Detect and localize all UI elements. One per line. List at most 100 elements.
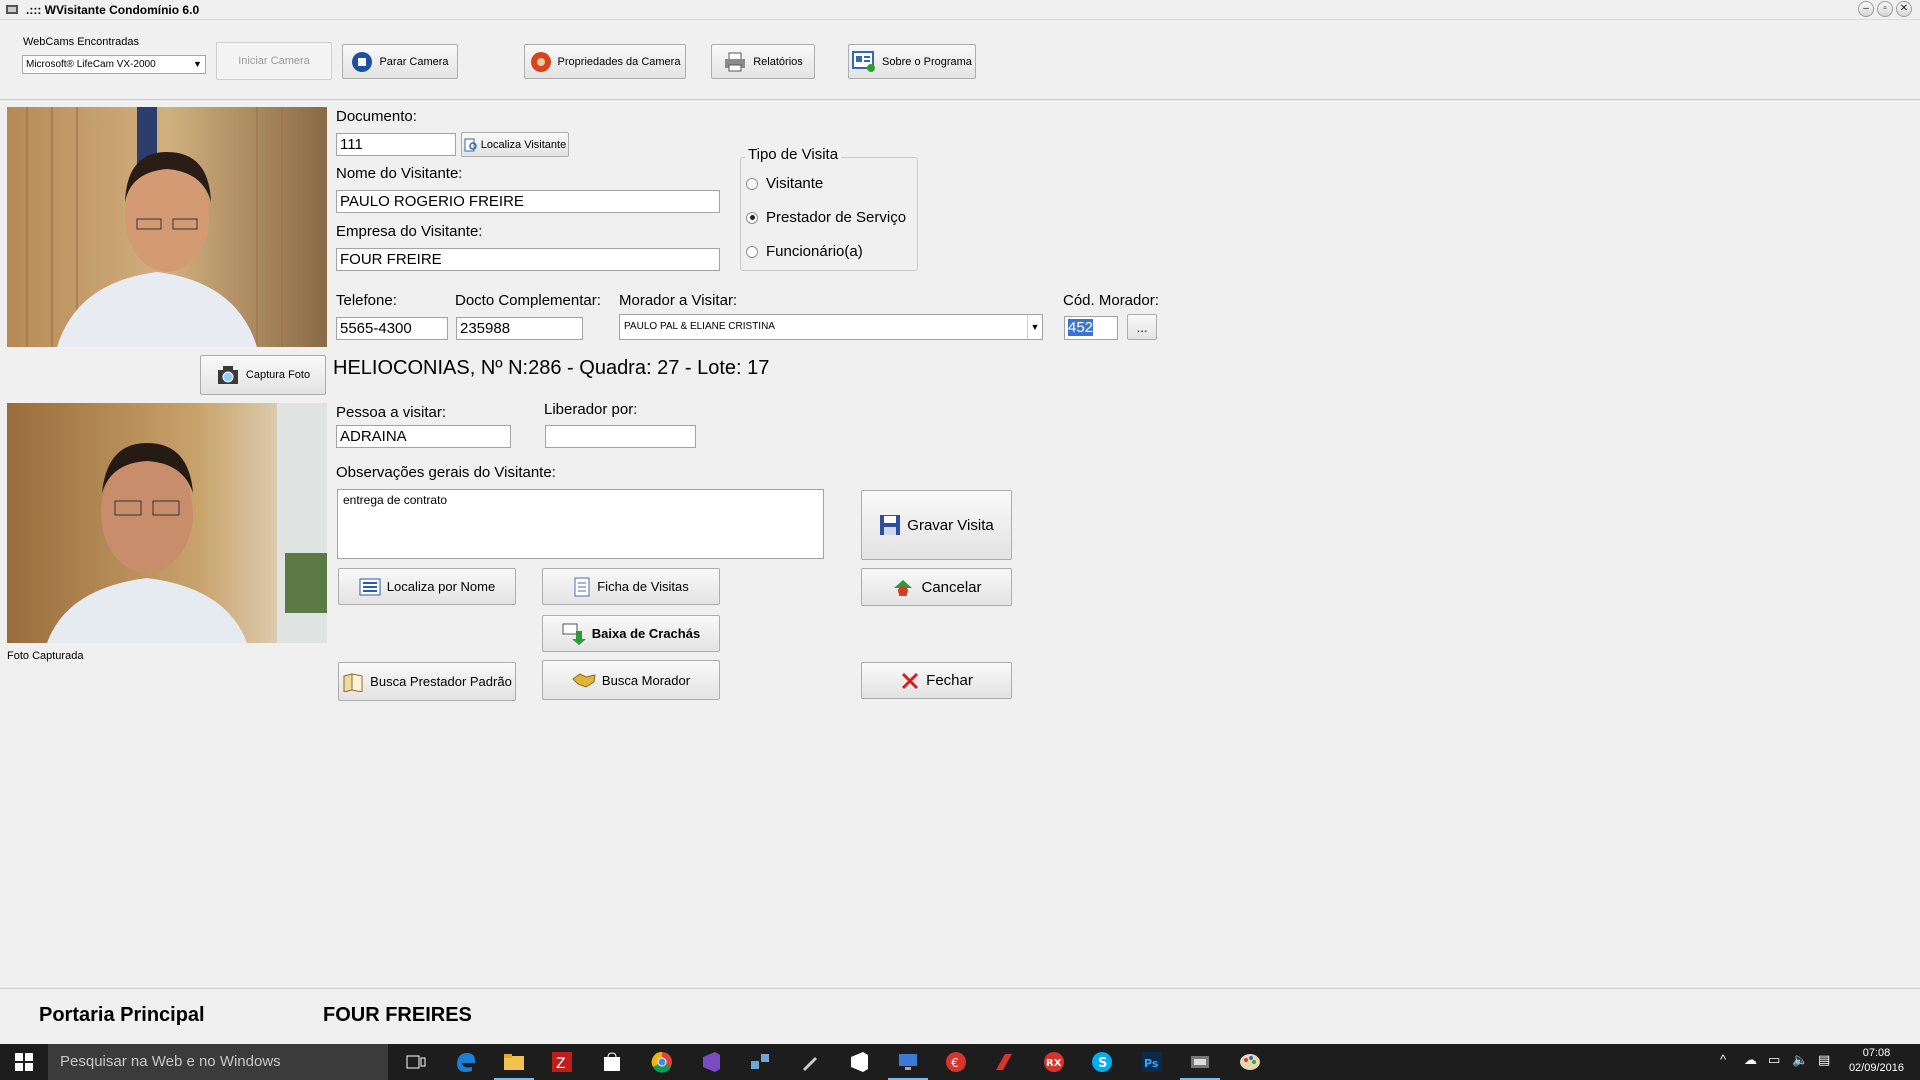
network-tool-icon[interactable] (746, 1048, 774, 1076)
ficha-visitas-button[interactable]: Ficha de Visitas (542, 568, 720, 605)
baixa-crachas-button[interactable]: Baixa de Crachás (542, 615, 720, 652)
start-camera-button[interactable]: Iniciar Camera (216, 42, 332, 80)
pen-tool-icon[interactable] (796, 1048, 824, 1076)
printer-icon (723, 52, 747, 72)
busca-prestador-button[interactable]: Busca Prestador Padrão (338, 662, 516, 701)
store-icon[interactable] (598, 1048, 626, 1076)
fechar-button[interactable]: Fechar (861, 662, 1012, 699)
morador-select[interactable]: PAULO PAL & ELIANE CRISTINA ▼ (619, 314, 1043, 340)
edge-icon[interactable] (452, 1048, 480, 1076)
captured-photo (7, 403, 327, 643)
morador-lookup-button[interactable]: ... (1127, 314, 1157, 340)
localiza-nome-button[interactable]: Localiza por Nome (338, 568, 516, 605)
radio-prestador[interactable]: Prestador de Serviço (746, 209, 906, 226)
documento-input[interactable]: 111 (336, 133, 456, 156)
properties-icon (530, 51, 552, 73)
radio-prestador-label: Prestador de Serviço (766, 209, 907, 226)
chevron-up-icon[interactable]: ^ (1720, 1052, 1726, 1067)
book-icon (342, 672, 364, 692)
volume-icon[interactable]: 🔈 (1792, 1052, 1808, 1068)
chevron-down-icon: ▼ (193, 59, 202, 69)
telefone-input[interactable]: 5565-4300 (336, 317, 448, 340)
clock-date: 02/09/2016 (1848, 1062, 1904, 1074)
liberado-input[interactable] (545, 425, 696, 448)
radio-funcionario[interactable]: Funcionário(a) (746, 243, 863, 260)
cancelar-button[interactable]: Cancelar (861, 568, 1012, 606)
app-red-icon[interactable]: € (942, 1048, 970, 1076)
telefone-label: Telefone: (336, 292, 397, 309)
radio-visitante[interactable]: Visitante (746, 175, 823, 192)
cod-morador-input[interactable]: 452 (1064, 316, 1118, 340)
empresa-input[interactable]: FOUR FREIRE (336, 248, 720, 271)
window-title: .::: WVisitante Condomínio 6.0 (26, 3, 200, 17)
gravar-visita-button[interactable]: Gravar Visita (861, 490, 1012, 560)
reports-button[interactable]: Relatórios (711, 44, 815, 79)
filezilla-icon[interactable]: Z (548, 1048, 576, 1076)
app-red-2-icon[interactable] (990, 1048, 1018, 1076)
close-icon[interactable]: ✕ (1896, 1, 1912, 17)
clock-time: 07:08 (1862, 1047, 1891, 1059)
badge-down-icon (562, 623, 586, 645)
title-bar: .::: WVisitante Condomínio 6.0 – ▫ ✕ (0, 0, 1920, 20)
radio-dot-selected (746, 211, 758, 224)
stop-camera-label: Parar Camera (379, 55, 449, 68)
taskbar-search[interactable]: Pesquisar na Web e no Windows (48, 1044, 388, 1080)
rx-icon[interactable]: RX (1040, 1048, 1068, 1076)
nome-value: PAULO ROGERIO FREIRE (340, 193, 524, 210)
wvisitante-icon[interactable] (1180, 1048, 1220, 1080)
address-text: HELIOCONIAS, Nº N:286 - Quadra: 27 - Lot… (333, 357, 770, 379)
portaria-status: Portaria Principal (39, 1004, 205, 1026)
paint-icon[interactable] (1236, 1048, 1264, 1076)
docto-input[interactable]: 235988 (456, 317, 583, 340)
observacoes-label: Observações gerais do Visitante: (336, 464, 556, 481)
minimize-icon[interactable]: – (1858, 1, 1874, 17)
webcams-label: WebCams Encontradas (23, 36, 139, 48)
camera-properties-button[interactable]: Propriedades da Camera (524, 44, 686, 79)
cod-morador-label: Cód. Morador: (1063, 292, 1159, 309)
notifications-icon[interactable]: ▤ (1818, 1052, 1830, 1068)
file-explorer-icon[interactable] (494, 1048, 534, 1080)
network-icon[interactable]: ▭ (1768, 1052, 1780, 1068)
capture-photo-button[interactable]: Captura Foto (200, 355, 326, 395)
skype-icon[interactable]: S (1088, 1048, 1116, 1076)
documento-value: 111 (340, 136, 363, 153)
observacoes-textarea[interactable]: entrega de contrato (337, 489, 824, 559)
localiza-visitante-button[interactable]: Localiza Visitante (461, 132, 569, 157)
chrome-icon[interactable] (648, 1048, 676, 1076)
restore-icon[interactable]: ▫ (1877, 1, 1893, 17)
ficha-visitas-label: Ficha de Visitas (597, 579, 689, 594)
search-doc-icon (464, 138, 478, 152)
documento-label: Documento: (336, 108, 417, 125)
svg-text:€: € (951, 1056, 959, 1070)
chevron-down-icon[interactable]: ▼ (1027, 315, 1042, 339)
nome-input[interactable]: PAULO ROGERIO FREIRE (336, 190, 720, 213)
webcam-select[interactable]: Microsoft® LifeCam VX-2000 ▼ (22, 55, 206, 74)
about-label: Sobre o Programa (882, 55, 972, 68)
start-camera-label: Iniciar Camera (238, 55, 310, 67)
reports-label: Relatórios (753, 55, 803, 68)
cancelar-label: Cancelar (921, 578, 982, 596)
pessoa-label: Pessoa a visitar: (336, 404, 447, 421)
document-icon (573, 577, 591, 597)
about-button[interactable]: Sobre o Programa (848, 44, 976, 79)
photoshop-icon[interactable]: Ps (1138, 1048, 1166, 1076)
visual-studio-icon[interactable] (696, 1048, 724, 1076)
clock[interactable]: 07:08 02/09/2016 (1849, 1046, 1904, 1076)
save-icon (879, 514, 901, 536)
empresa-value: FOUR FREIRE (340, 251, 442, 268)
taskbar-search-placeholder: Pesquisar na Web e no Windows (60, 1053, 281, 1070)
docto-label: Docto Complementar: (455, 292, 601, 309)
task-view-icon[interactable] (402, 1048, 430, 1076)
undo-icon (891, 576, 915, 598)
busca-morador-label: Busca Morador (601, 672, 691, 688)
visual-studio-2-icon[interactable] (844, 1048, 872, 1076)
webcam-select-value: Microsoft® LifeCam VX-2000 (26, 59, 156, 70)
windows-start-icon[interactable] (0, 1044, 48, 1080)
onedrive-icon[interactable]: ☁ (1744, 1052, 1757, 1068)
pessoa-input[interactable]: ADRAINA (336, 425, 511, 448)
remote-desktop-icon[interactable] (888, 1048, 928, 1080)
close-x-icon (900, 671, 920, 691)
nome-label: Nome do Visitante: (336, 165, 463, 182)
stop-camera-button[interactable]: Parar Camera (342, 44, 458, 79)
busca-morador-button[interactable]: Busca Morador (542, 660, 720, 700)
